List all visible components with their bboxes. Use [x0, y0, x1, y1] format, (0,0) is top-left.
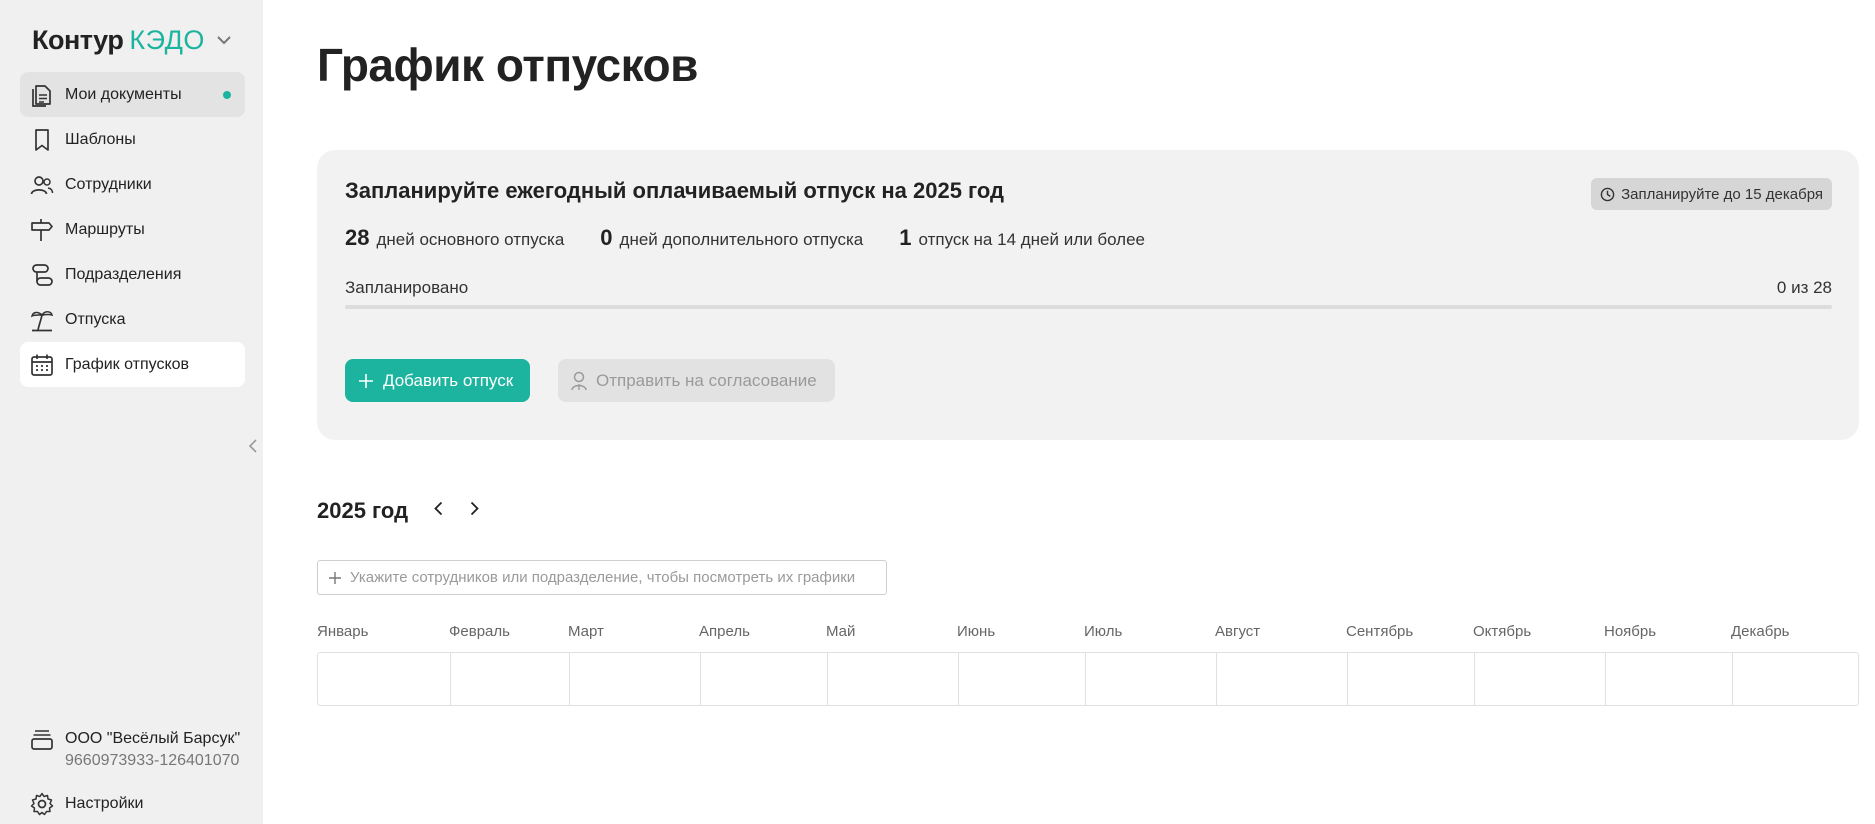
palm-icon: [30, 308, 54, 332]
vacation-plan-card: Запланируйте ежегодный оплачиваемый отпу…: [317, 150, 1859, 440]
plus-icon: [357, 372, 375, 390]
month-label: Февраль: [449, 623, 510, 640]
year-selector: 2025 год: [317, 498, 486, 524]
next-year-button[interactable]: [462, 499, 486, 523]
month-label: Январь: [317, 623, 369, 640]
sidebar-item-label: График отпусков: [65, 355, 190, 373]
year-label: 2025 год: [317, 498, 409, 523]
organization-info: ООО "Весёлый Барсук" 9660973933-12640107…: [65, 728, 240, 772]
month-label: Апрель: [699, 623, 750, 640]
organization-name: ООО "Весёлый Барсук": [65, 730, 241, 747]
month-label: Сентябрь: [1346, 623, 1414, 640]
month-column-divider: [569, 653, 570, 705]
signpost-icon: [30, 218, 54, 242]
stat-number: 0: [600, 225, 613, 250]
logo-accent-text: КЭДО: [129, 24, 205, 55]
organization-inn: 9660973933-126401070: [65, 752, 240, 769]
sidebar-item-my-documents[interactable]: Мои документы: [20, 72, 245, 117]
clock-icon: [1600, 187, 1615, 202]
month-label: Август: [1215, 623, 1261, 640]
sidebar-item-label: Мои документы: [65, 85, 182, 103]
sidebar-item-vacations[interactable]: Отпуска: [20, 297, 245, 342]
sidebar-item-vacation-schedule[interactable]: График отпусков: [20, 342, 245, 387]
collapse-sidebar-button[interactable]: [246, 438, 260, 458]
month-column-divider: [700, 653, 701, 705]
unread-indicator: [223, 91, 231, 99]
chevron-down-icon[interactable]: [215, 31, 233, 49]
organization-switcher[interactable]: ООО "Весёлый Барсук" 9660973933-12640107…: [30, 728, 240, 772]
month-column-divider: [1216, 653, 1217, 705]
sidebar-item-label: Маршруты: [65, 220, 145, 238]
month-column-divider: [827, 653, 828, 705]
sidebar-item-templates[interactable]: Шаблоны: [20, 117, 245, 162]
month-label: Июль: [1084, 623, 1123, 640]
sidebar-item-label: Отпуска: [65, 310, 126, 328]
month-column-divider: [1347, 653, 1348, 705]
settings-label: Настройки: [65, 795, 144, 812]
users-icon: [30, 173, 54, 197]
stat-long-vacation: 1 отпуск на 14 дней или более: [899, 225, 1145, 251]
month-label: Ноябрь: [1604, 623, 1657, 640]
month-column-divider: [1085, 653, 1086, 705]
month-label: Октябрь: [1473, 623, 1532, 640]
sidebar-nav: Мои документы Шаблоны Сотрудники Маршрут…: [20, 72, 245, 387]
deadline-text: Запланируйте до 15 декабря: [1621, 185, 1823, 203]
employee-filter-field[interactable]: [317, 560, 887, 595]
add-vacation-button[interactable]: Добавить отпуск: [345, 359, 531, 402]
stat-main-days: 28 дней основного отпуска: [345, 225, 564, 251]
gear-icon: [30, 792, 54, 816]
add-vacation-label: Добавить отпуск: [383, 370, 514, 390]
sidebar-item-label: Сотрудники: [65, 175, 152, 193]
month-column-divider: [958, 653, 959, 705]
hierarchy-icon: [30, 263, 54, 287]
sidebar-item-label: Шаблоны: [65, 130, 136, 148]
month-label: Декабрь: [1731, 623, 1790, 640]
chevron-left-icon: [248, 438, 257, 458]
logo-main-text: Контур: [32, 24, 124, 55]
vacation-stats: 28 дней основного отпуска 0 дней дополни…: [345, 225, 1181, 251]
employee-filter-input[interactable]: [350, 569, 880, 586]
stat-text: дней дополнительного отпуска: [619, 230, 864, 249]
organization-icon: [30, 728, 54, 752]
stat-number: 28: [345, 225, 370, 250]
calendar-icon: [30, 353, 54, 377]
chevron-left-icon: [433, 501, 443, 521]
sidebar: Контур КЭДО Мои документы Шаблоны Сотруд…: [0, 0, 263, 824]
stat-number: 1: [899, 225, 912, 250]
app-logo[interactable]: Контур КЭДО: [32, 24, 233, 56]
month-column-divider: [1474, 653, 1475, 705]
stat-additional-days: 0 дней дополнительного отпуска: [600, 225, 863, 251]
person-icon: [570, 371, 588, 391]
month-column-divider: [1732, 653, 1733, 705]
page-title: График отпусков: [317, 39, 698, 91]
send-for-approval-button[interactable]: Отправить на согласование: [558, 359, 835, 402]
sidebar-item-routes[interactable]: Маршруты: [20, 207, 245, 252]
document-icon: [30, 83, 54, 107]
month-column-divider: [1605, 653, 1606, 705]
sidebar-item-employees[interactable]: Сотрудники: [20, 162, 245, 207]
send-for-approval-label: Отправить на согласование: [596, 370, 817, 390]
card-title: Запланируйте ежегодный оплачиваемый отпу…: [345, 178, 1005, 203]
bookmark-icon: [30, 128, 54, 152]
chevron-right-icon: [470, 501, 479, 521]
sidebar-item-label: Подразделения: [65, 265, 182, 283]
stat-text: дней основного отпуска: [376, 230, 565, 249]
month-label: Июнь: [957, 623, 996, 640]
month-column-divider: [450, 653, 451, 705]
plus-icon: [328, 571, 342, 585]
planned-count: 0 из 28: [1776, 278, 1832, 297]
planned-label: Запланировано: [345, 278, 469, 297]
month-label: Март: [568, 623, 604, 640]
previous-year-button[interactable]: [426, 499, 450, 523]
months-header: Январь Февраль Март Апрель Май Июнь Июль…: [317, 623, 1859, 643]
vacation-calendar-grid: [317, 652, 1859, 706]
sidebar-item-settings[interactable]: Настройки: [30, 792, 143, 816]
deadline-badge: Запланируйте до 15 декабря: [1591, 178, 1832, 210]
stat-text: отпуск на 14 дней или более: [918, 230, 1146, 249]
planned-progress-bar: [345, 305, 1832, 309]
month-label: Май: [826, 623, 856, 640]
sidebar-item-departments[interactable]: Подразделения: [20, 252, 245, 297]
